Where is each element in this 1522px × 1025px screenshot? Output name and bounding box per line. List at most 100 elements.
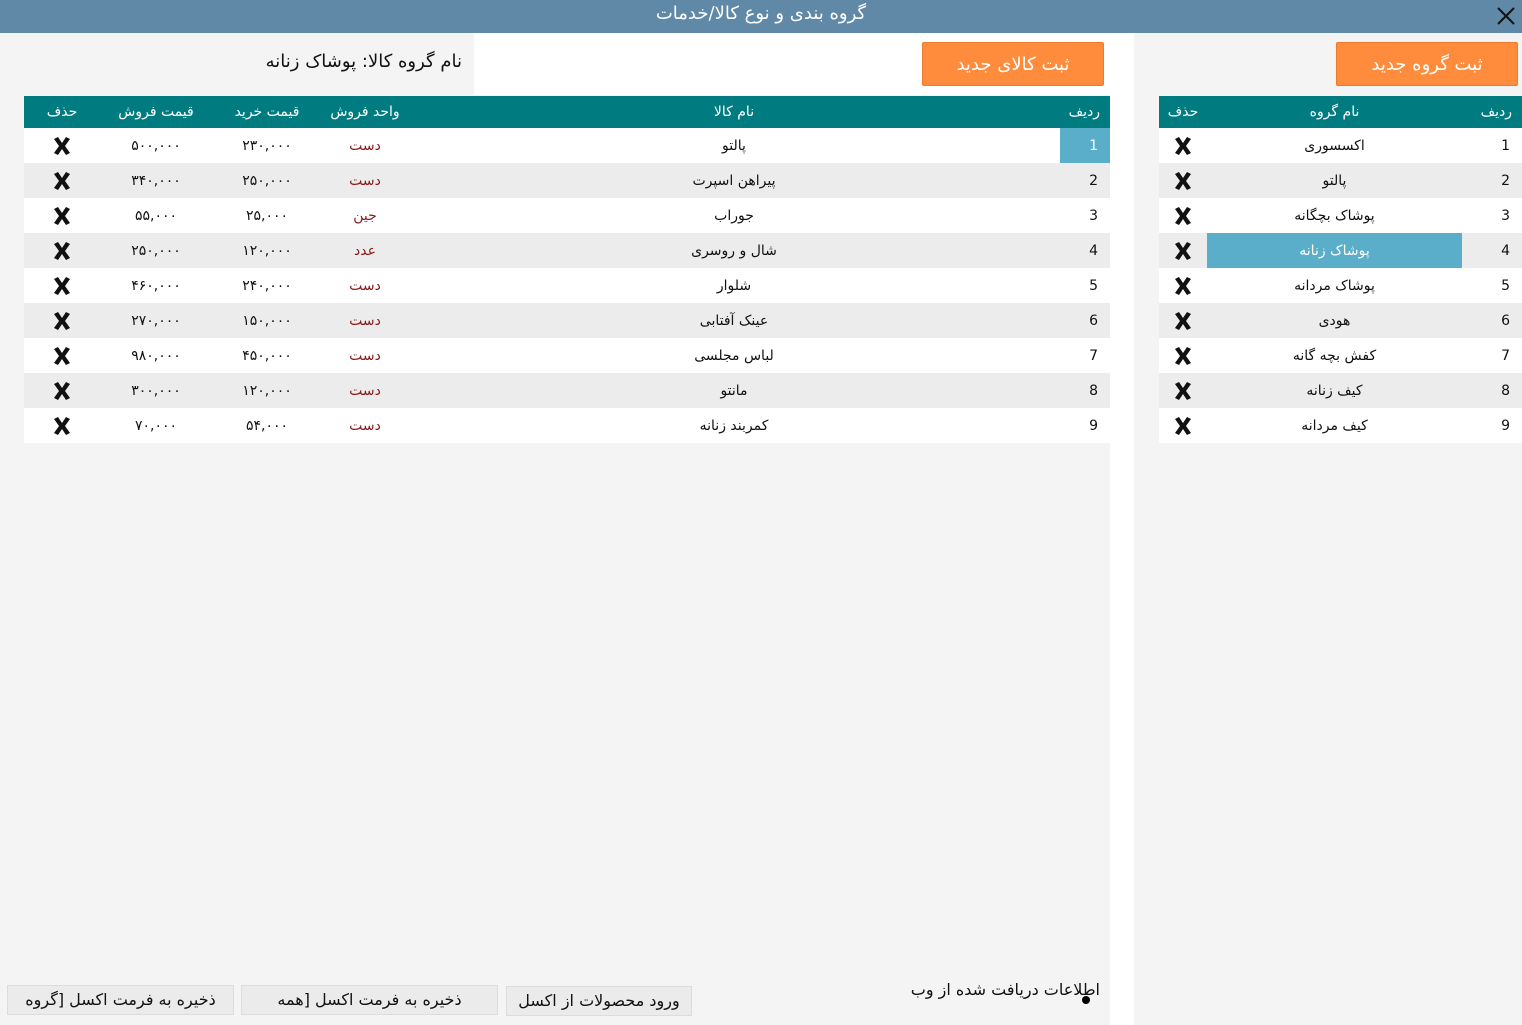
- delete-x-icon[interactable]: [1172, 205, 1194, 227]
- item-buy-price-cell: ۲۵,۰۰۰: [212, 198, 322, 233]
- items-table: ردیف نام کالا واحد فروش قیمت خرید قیمت ف…: [24, 96, 1110, 443]
- delete-cell[interactable]: [1159, 163, 1207, 198]
- groups-header-row: ردیف: [1462, 96, 1522, 128]
- item-name-cell[interactable]: کمربند زنانه: [408, 408, 1060, 443]
- import-excel-button[interactable]: ورود محصولات از اکسل: [506, 986, 692, 1016]
- group-name-cell[interactable]: هودی: [1207, 303, 1462, 338]
- item-unit-cell: دست: [322, 373, 408, 408]
- item-row[interactable]: 9 کمربند زنانه دست ۵۴,۰۰۰ ۷۰,۰۰۰: [24, 408, 1110, 443]
- panel-divider: [1110, 33, 1134, 1025]
- item-row[interactable]: 5 شلوار دست ۲۴۰,۰۰۰ ۴۶۰,۰۰۰: [24, 268, 1110, 303]
- item-name-cell[interactable]: عینک آفتابی: [408, 303, 1060, 338]
- group-name-cell[interactable]: کفش بچه گانه: [1207, 338, 1462, 373]
- delete-cell[interactable]: [24, 163, 100, 198]
- items-header-unit: واحد فروش: [322, 96, 408, 128]
- item-row[interactable]: 7 لباس مجلسی دست ۴۵۰,۰۰۰ ۹۸۰,۰۰۰: [24, 338, 1110, 373]
- item-name-cell[interactable]: شال و روسری: [408, 233, 1060, 268]
- item-name-cell[interactable]: شلوار: [408, 268, 1060, 303]
- group-row[interactable]: 7 کفش بچه گانه: [1159, 338, 1522, 373]
- new-item-button[interactable]: ثبت کالای جدید: [922, 42, 1104, 86]
- group-row[interactable]: 1 اکسسوری: [1159, 128, 1522, 163]
- group-name-cell[interactable]: پوشاک زنانه: [1207, 233, 1462, 268]
- delete-x-icon[interactable]: [51, 240, 73, 262]
- delete-x-icon[interactable]: [51, 170, 73, 192]
- item-name-cell[interactable]: مانتو: [408, 373, 1060, 408]
- item-sell-price-cell: ۲۷۰,۰۰۰: [100, 303, 212, 338]
- group-name-cell[interactable]: کیف زنانه: [1207, 373, 1462, 408]
- group-row[interactable]: 2 پالتو: [1159, 163, 1522, 198]
- item-row[interactable]: 4 شال و روسری عدد ۱۲۰,۰۰۰ ۲۵۰,۰۰۰: [24, 233, 1110, 268]
- group-name-cell[interactable]: پوشاک بچگانه: [1207, 198, 1462, 233]
- delete-cell[interactable]: [1159, 198, 1207, 233]
- close-icon[interactable]: [1494, 4, 1518, 28]
- delete-x-icon[interactable]: [1172, 135, 1194, 157]
- delete-cell[interactable]: [24, 303, 100, 338]
- item-name-cell[interactable]: لباس مجلسی: [408, 338, 1060, 373]
- items-header-delete: حذف: [24, 96, 100, 128]
- items-body: 1 پالتو دست ۲۳۰,۰۰۰ ۵۰۰,۰۰۰ 2 پیراهن اسپرت دست ۲…: [24, 128, 1110, 443]
- delete-x-icon[interactable]: [51, 205, 73, 227]
- delete-cell[interactable]: [1159, 128, 1207, 163]
- item-row[interactable]: 1 پالتو دست ۲۳۰,۰۰۰ ۵۰۰,۰۰۰: [24, 128, 1110, 163]
- delete-cell[interactable]: [24, 233, 100, 268]
- item-buy-price-cell: ۱۲۰,۰۰۰: [212, 373, 322, 408]
- delete-x-icon[interactable]: [51, 345, 73, 367]
- delete-x-icon[interactable]: [51, 135, 73, 157]
- delete-cell[interactable]: [24, 338, 100, 373]
- new-group-button[interactable]: ثبت گروه جدید: [1336, 42, 1518, 86]
- delete-x-icon[interactable]: [1172, 415, 1194, 437]
- delete-cell[interactable]: [1159, 303, 1207, 338]
- delete-x-icon[interactable]: [1172, 380, 1194, 402]
- group-row[interactable]: 3 پوشاک بچگانه: [1159, 198, 1522, 233]
- item-unit-cell: جین: [322, 198, 408, 233]
- item-row-number: 5: [1060, 268, 1110, 303]
- item-row[interactable]: 3 جوراب جین ۲۵,۰۰۰ ۵۵,۰۰۰: [24, 198, 1110, 233]
- delete-x-icon[interactable]: [51, 380, 73, 402]
- delete-cell[interactable]: [1159, 268, 1207, 303]
- delete-cell[interactable]: [1159, 408, 1207, 443]
- item-row-number: 7: [1060, 338, 1110, 373]
- item-row[interactable]: 8 مانتو دست ۱۲۰,۰۰۰ ۳۰۰,۰۰۰: [24, 373, 1110, 408]
- group-name-cell[interactable]: کیف مردانه: [1207, 408, 1462, 443]
- item-row-number: 1: [1060, 128, 1110, 163]
- delete-cell[interactable]: [1159, 373, 1207, 408]
- save-excel-group-button[interactable]: ذخیره به فرمت اکسل [گروه: [7, 985, 234, 1015]
- groups-header-name: نام گروه: [1207, 96, 1462, 128]
- item-unit-cell: دست: [322, 303, 408, 338]
- item-name-cell[interactable]: پیراهن اسپرت: [408, 163, 1060, 198]
- delete-cell[interactable]: [24, 198, 100, 233]
- delete-cell[interactable]: [1159, 338, 1207, 373]
- item-name-cell[interactable]: جوراب: [408, 198, 1060, 233]
- group-row[interactable]: 6 هودی: [1159, 303, 1522, 338]
- delete-x-icon[interactable]: [1172, 240, 1194, 262]
- delete-cell[interactable]: [24, 408, 100, 443]
- delete-x-icon[interactable]: [51, 310, 73, 332]
- item-row-number: 3: [1060, 198, 1110, 233]
- group-name-cell[interactable]: پوشاک مردانه: [1207, 268, 1462, 303]
- save-excel-all-button[interactable]: ذخیره به فرمت اکسل [همه: [241, 985, 498, 1015]
- group-row[interactable]: 9 کیف مردانه: [1159, 408, 1522, 443]
- delete-cell[interactable]: [1159, 233, 1207, 268]
- item-sell-price-cell: ۷۰,۰۰۰: [100, 408, 212, 443]
- group-name-cell[interactable]: اکسسوری: [1207, 128, 1462, 163]
- group-row[interactable]: 5 پوشاک مردانه: [1159, 268, 1522, 303]
- delete-cell[interactable]: [24, 268, 100, 303]
- delete-cell[interactable]: [24, 373, 100, 408]
- item-row-number: 4: [1060, 233, 1110, 268]
- group-row[interactable]: 4 پوشاک زنانه: [1159, 233, 1522, 268]
- item-row[interactable]: 6 عینک آفتابی دست ۱۵۰,۰۰۰ ۲۷۰,۰۰۰: [24, 303, 1110, 338]
- delete-x-icon[interactable]: [1172, 170, 1194, 192]
- item-row-number: 9: [1060, 408, 1110, 443]
- delete-x-icon[interactable]: [51, 415, 73, 437]
- item-unit-cell: دست: [322, 338, 408, 373]
- item-row[interactable]: 2 پیراهن اسپرت دست ۲۵۰,۰۰۰ ۳۴۰,۰۰۰: [24, 163, 1110, 198]
- delete-x-icon[interactable]: [1172, 345, 1194, 367]
- delete-x-icon[interactable]: [1172, 310, 1194, 332]
- group-name-cell[interactable]: پالتو: [1207, 163, 1462, 198]
- item-unit-cell: دست: [322, 268, 408, 303]
- delete-cell[interactable]: [24, 128, 100, 163]
- group-row[interactable]: 8 کیف زنانه: [1159, 373, 1522, 408]
- item-name-cell[interactable]: پالتو: [408, 128, 1060, 163]
- delete-x-icon[interactable]: [1172, 275, 1194, 297]
- delete-x-icon[interactable]: [51, 275, 73, 297]
